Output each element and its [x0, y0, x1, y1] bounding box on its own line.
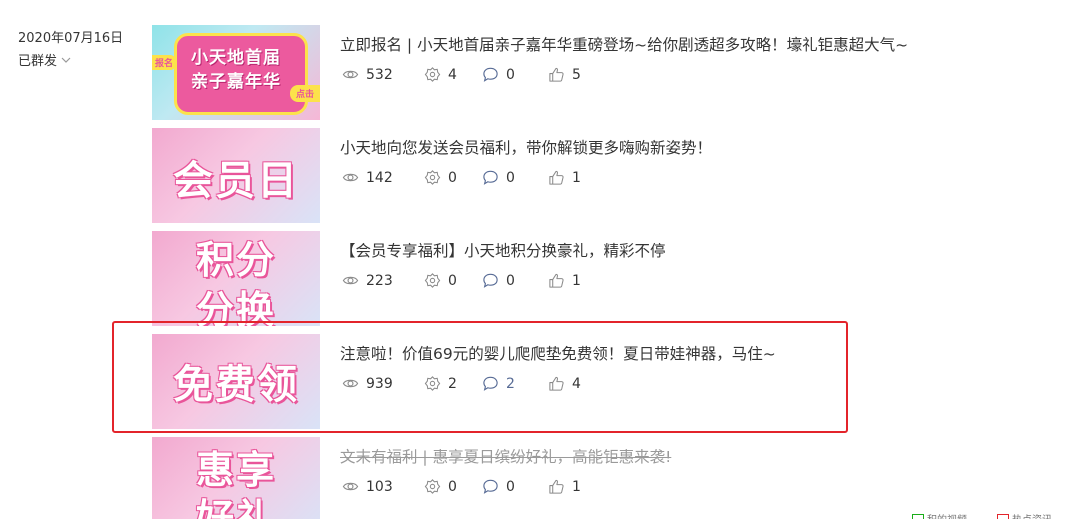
views-count: 223: [366, 272, 393, 289]
share-gear-icon: [424, 479, 441, 494]
article-title[interactable]: 小天地向您发送会员福利，带你解锁更多嗨购新姿势！: [340, 136, 712, 158]
comments-count: 0: [506, 272, 515, 289]
article-title[interactable]: 立即报名 | 小天地首届亲子嘉年华重磅登场~给你剧透超多攻略！壕礼钜惠超大气~: [340, 33, 908, 55]
share-gear-icon: [424, 67, 441, 82]
views-count: 532: [366, 66, 393, 83]
article-thumbnail[interactable]: 惠享 好礼: [152, 437, 320, 519]
thumbnail-text: 积分: [195, 238, 276, 282]
thumbnail-tag: 点击: [289, 85, 320, 102]
article-title[interactable]: 【会员专享福利】小天地积分换豪礼，精彩不停: [340, 239, 666, 261]
views-stat: 103: [342, 478, 424, 495]
comments-stat[interactable]: 0: [482, 272, 548, 289]
eye-icon: [342, 276, 359, 285]
thumbs-up-icon: [549, 273, 564, 288]
comments-stat[interactable]: 0: [482, 66, 548, 83]
highlight-box: [112, 321, 848, 433]
likes-count: 1: [572, 272, 581, 289]
thumbnail-text: 好礼: [195, 496, 276, 519]
thumbs-up-icon: [549, 479, 564, 494]
shares-stat: 4: [424, 66, 482, 83]
comment-bubble-icon: [483, 273, 498, 288]
likes-stat: 1: [548, 478, 608, 495]
article-stats: 223 0 0 1: [342, 272, 608, 289]
likes-stat: 1: [548, 169, 608, 186]
comments-stat[interactable]: 0: [482, 478, 548, 495]
thumbnail-text: 小天地首届: [191, 48, 281, 68]
article-stats: 532 4 0 5: [342, 66, 608, 83]
views-stat: 142: [342, 169, 424, 186]
shares-stat: 0: [424, 478, 482, 495]
comment-bubble-icon: [483, 67, 498, 82]
thumbnail-text: 惠享: [195, 448, 276, 492]
thumbs-up-icon: [549, 170, 564, 185]
shares-count: 4: [448, 66, 457, 83]
share-gear-icon: [424, 170, 441, 185]
article-item[interactable]: 会员日 小天地向您发送会员福利，带你解锁更多嗨购新姿势！ 142 0 0 1: [152, 128, 852, 223]
article-stats: 103 0 0 1: [342, 478, 608, 495]
publish-status-dropdown[interactable]: 已群发: [18, 50, 72, 69]
views-count: 142: [366, 169, 393, 186]
eye-icon: [342, 482, 359, 491]
comments-count: 0: [506, 66, 515, 83]
article-item[interactable]: 小天地首届 亲子嘉年华 报名 点击 立即报名 | 小天地首届亲子嘉年华重磅登场~…: [152, 25, 908, 120]
likes-count: 1: [572, 478, 581, 495]
article-item[interactable]: 惠享 好礼 文末有福利 | 惠享夏日缤纷好礼，高能钜惠来袭! 103 0 0 1: [152, 437, 852, 519]
likes-stat: 1: [548, 272, 608, 289]
share-gear-icon: [424, 273, 441, 288]
views-stat: 532: [342, 66, 424, 83]
article-thumbnail[interactable]: 积分 分换: [152, 231, 320, 326]
thumbs-up-icon: [549, 67, 564, 82]
article-list-page: 2020年07月16日 已群发 小天地首届 亲子嘉年华 报名 点击 立即报名 |…: [0, 0, 1079, 519]
bottom-bar: 积的视频 热点资讯: [912, 511, 1052, 519]
bottom-bar-label: 热点资讯: [1012, 511, 1052, 519]
chevron-down-icon: [61, 57, 71, 63]
article-thumbnail[interactable]: 会员日: [152, 128, 320, 223]
likes-stat: 5: [548, 66, 608, 83]
article-thumbnail[interactable]: 小天地首届 亲子嘉年华 报名 点击: [152, 25, 320, 120]
comments-count: 0: [506, 478, 515, 495]
likes-count: 1: [572, 169, 581, 186]
publish-status-label: 已群发: [18, 54, 58, 69]
comment-bubble-icon: [483, 479, 498, 494]
bottom-bar-label: 积的视频: [927, 511, 967, 519]
shares-stat: 0: [424, 169, 482, 186]
news-icon: [997, 513, 1009, 519]
video-icon: [912, 513, 924, 519]
thumbnail-tag: 报名: [152, 55, 177, 70]
comment-bubble-icon: [483, 170, 498, 185]
publish-date: 2020年07月16日: [18, 31, 124, 46]
shares-stat: 0: [424, 272, 482, 289]
thumbnail-text: 分换: [195, 288, 276, 326]
views-stat: 223: [342, 272, 424, 289]
article-item[interactable]: 积分 分换 【会员专享福利】小天地积分换豪礼，精彩不停 223 0 0 1: [152, 231, 852, 326]
bottom-bar-item[interactable]: 积的视频: [912, 511, 967, 519]
bottom-bar-item[interactable]: 热点资讯: [997, 511, 1052, 519]
views-count: 103: [366, 478, 393, 495]
article-stats: 142 0 0 1: [342, 169, 608, 186]
eye-icon: [342, 70, 359, 79]
thumbnail-text: 会员日: [173, 158, 299, 204]
comments-count: 0: [506, 169, 515, 186]
comments-stat[interactable]: 0: [482, 169, 548, 186]
shares-count: 0: [448, 478, 457, 495]
article-title[interactable]: 文末有福利 | 惠享夏日缤纷好礼，高能钜惠来袭!: [340, 445, 671, 467]
shares-count: 0: [448, 169, 457, 186]
eye-icon: [342, 173, 359, 182]
shares-count: 0: [448, 272, 457, 289]
likes-count: 5: [572, 66, 581, 83]
